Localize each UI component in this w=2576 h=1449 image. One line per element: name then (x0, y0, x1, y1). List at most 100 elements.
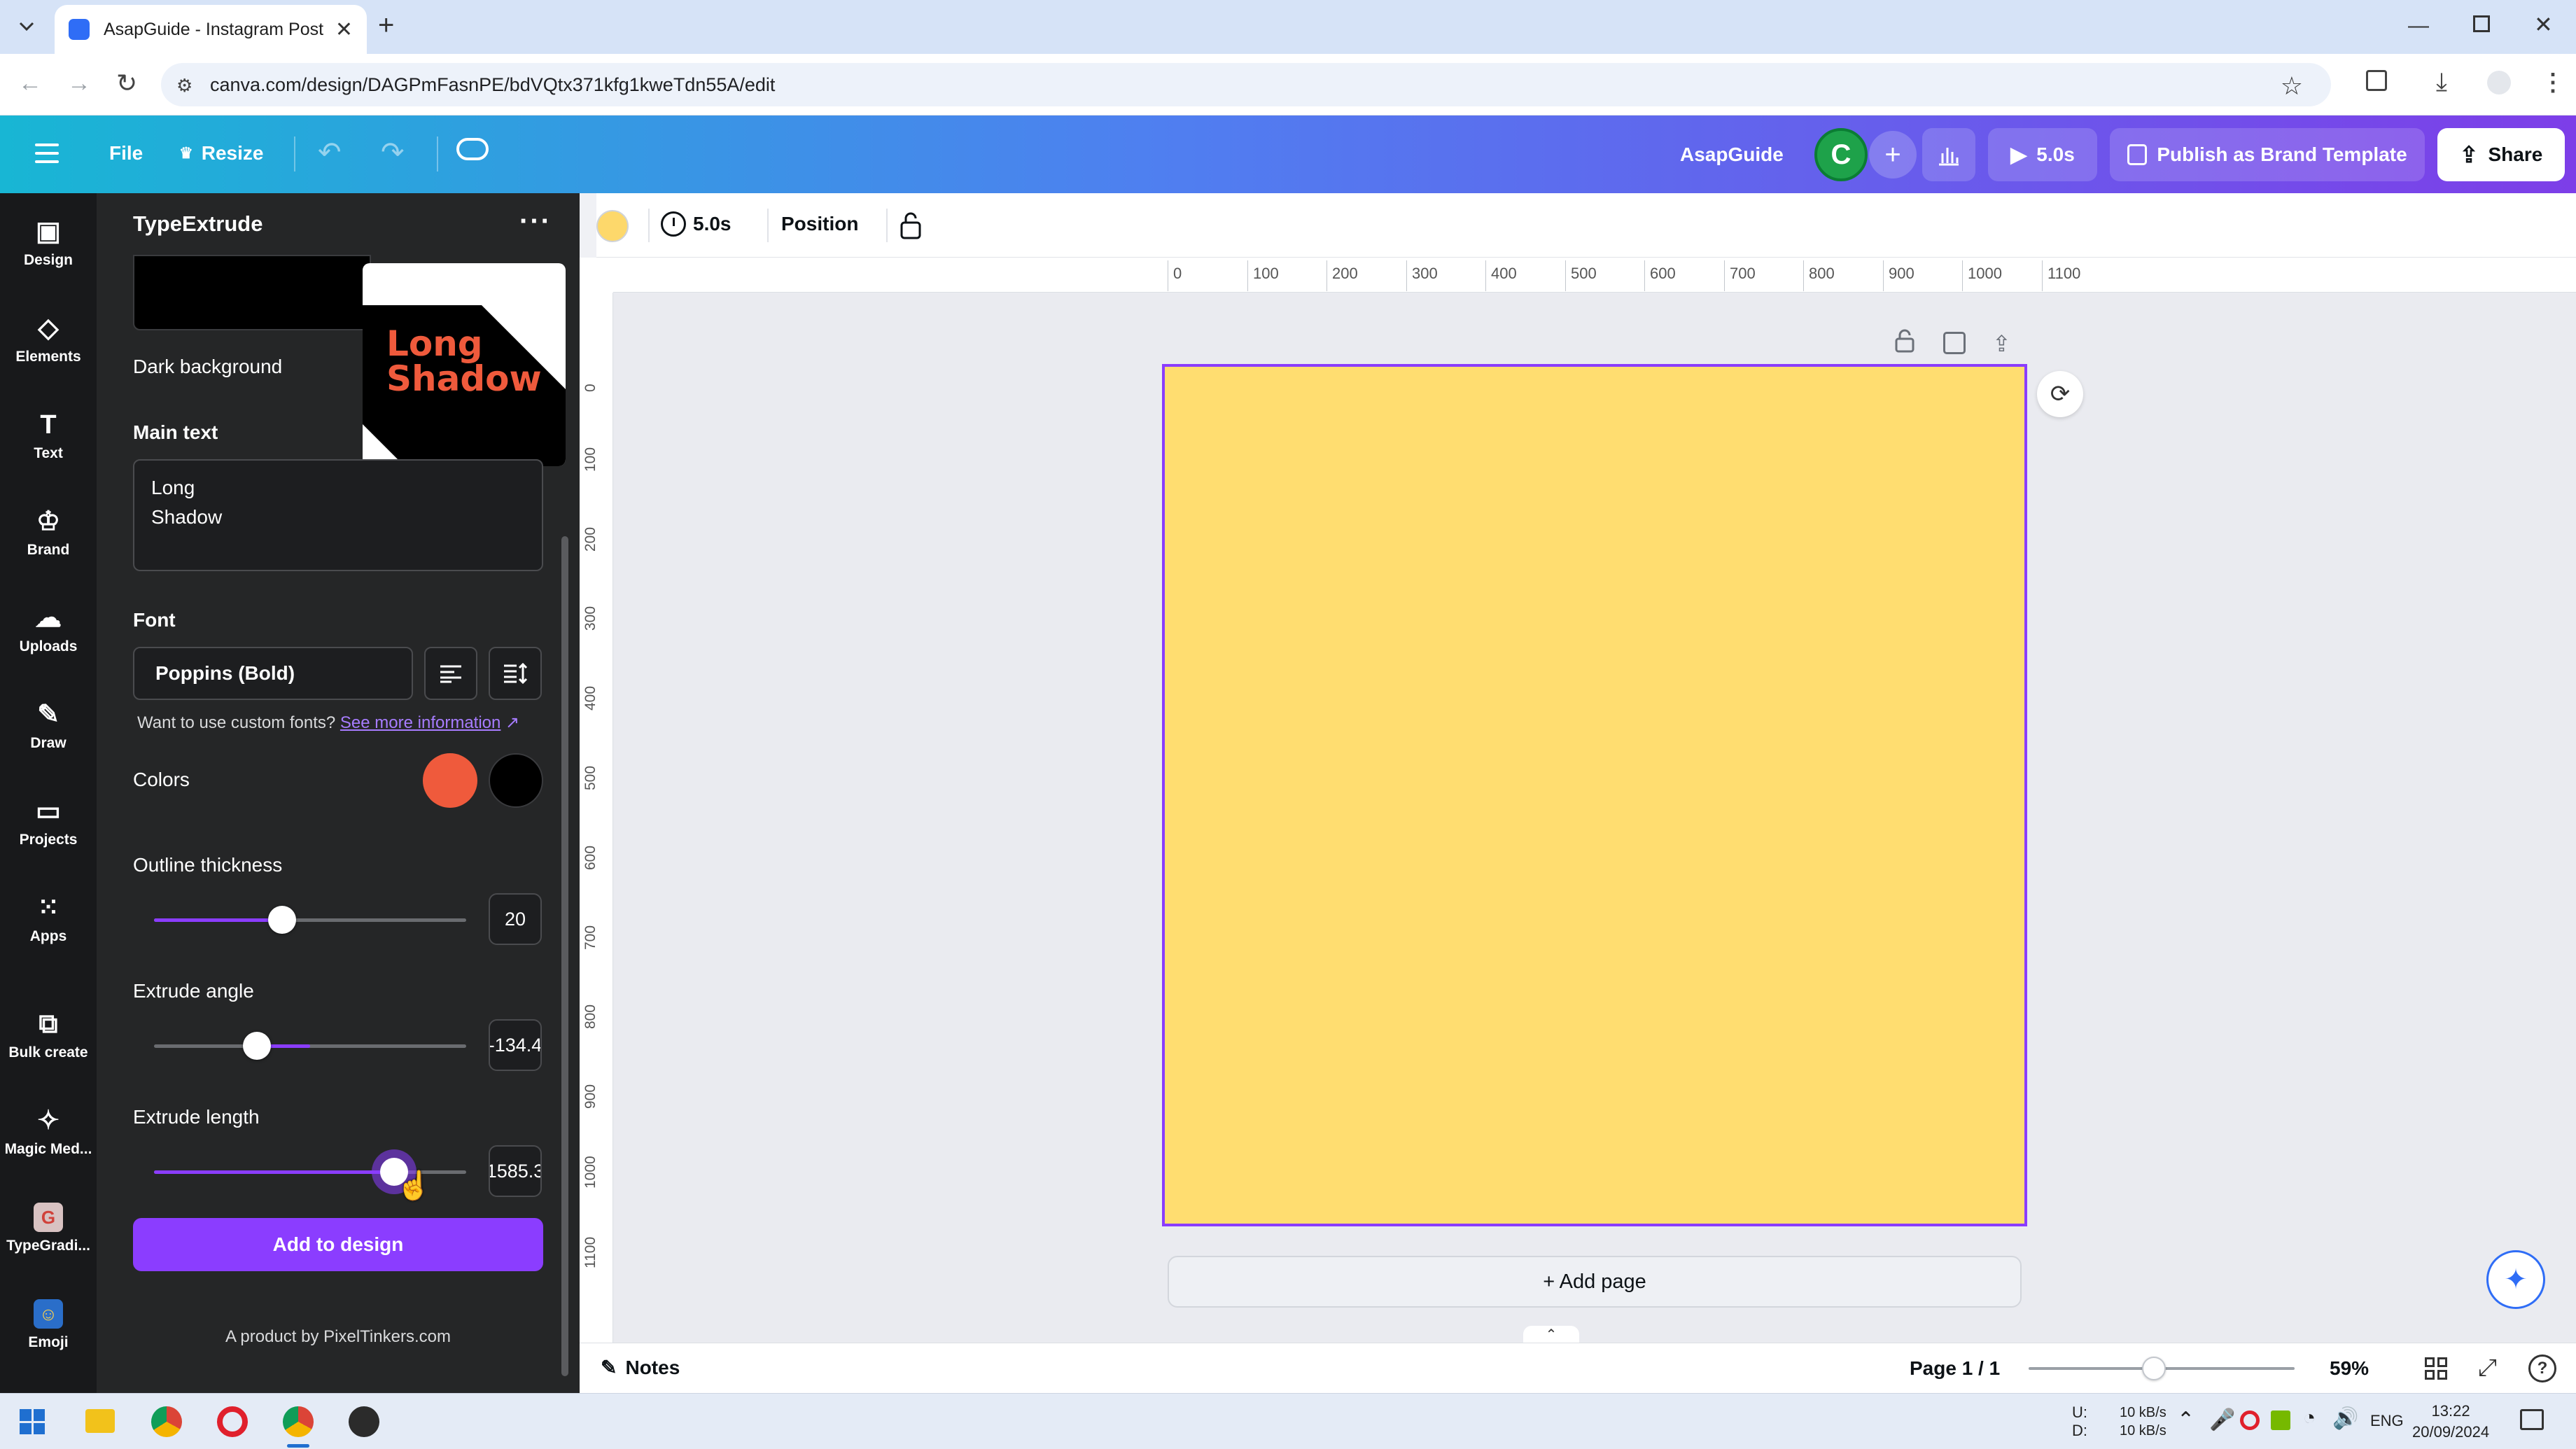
redo-icon[interactable]: ↷ (381, 136, 405, 169)
rail-item-text[interactable]: T Text (0, 410, 97, 462)
magic-assistant-button[interactable]: ✦ (2486, 1250, 2545, 1309)
invite-icon[interactable]: + (1869, 131, 1917, 178)
browser-tab[interactable]: AsapGuide - Instagram Post ✕ (55, 5, 367, 54)
user-avatar[interactable]: C (1814, 128, 1868, 181)
close-tab-icon[interactable]: ✕ (335, 18, 353, 42)
external-link-icon: ↗ (505, 713, 520, 732)
zoom-thumb[interactable] (2142, 1357, 2166, 1380)
rail-item-bulk-create[interactable]: ⧉ Bulk create (0, 1009, 97, 1061)
timing-button[interactable]: 5.0s (661, 211, 732, 237)
font-select[interactable]: Poppins (Bold) (133, 647, 413, 700)
panel-scrollbar[interactable] (561, 536, 568, 1376)
rail-item-typegradi[interactable]: G TypeGradi... (0, 1203, 97, 1254)
resize-button[interactable]: ♛ Resize (179, 142, 263, 164)
zoom-value[interactable]: 59% (2330, 1357, 2369, 1380)
main-menu-icon[interactable] (35, 144, 59, 163)
file-menu-button[interactable]: File (109, 142, 143, 164)
outline-thickness-value[interactable]: 20 (489, 893, 542, 945)
extensions-icon[interactable] (2366, 70, 2387, 91)
microphone-icon[interactable]: 🎤 (2209, 1408, 2235, 1432)
shadow-color-swatch[interactable] (489, 753, 543, 808)
chrome-icon[interactable] (151, 1406, 182, 1437)
add-page-icon[interactable]: ⇪ (1992, 330, 2011, 357)
help-icon[interactable]: ? (2528, 1354, 2556, 1382)
profile-avatar[interactable] (2487, 71, 2511, 94)
download-icon[interactable]: ⤓ (2436, 67, 2447, 97)
page-indicator[interactable]: Page 1 / 1 (1910, 1357, 2000, 1380)
rail-item-emoji[interactable]: ☺ Emoji (0, 1299, 97, 1351)
rail-item-elements[interactable]: ◇ Elements (0, 314, 97, 365)
rail-item-apps[interactable]: ⁙ Apps (0, 893, 97, 945)
nvidia-tray-icon[interactable] (2271, 1410, 2290, 1430)
reload-icon[interactable]: ↻ (116, 69, 137, 98)
cloud-save-icon[interactable] (456, 138, 489, 160)
windows-start-icon[interactable] (20, 1409, 45, 1434)
volume-icon[interactable]: 🔊 (2332, 1406, 2358, 1431)
tray-chevron-icon[interactable]: ⌃ (2177, 1408, 2194, 1432)
close-window-icon[interactable]: ✕ (2534, 11, 2553, 38)
opera-icon[interactable] (217, 1406, 248, 1437)
back-icon[interactable]: ← (18, 70, 42, 97)
rail-item-draw[interactable]: ✎ Draw (0, 700, 97, 752)
slider-track[interactable] (154, 1044, 466, 1048)
preset-thumbnail[interactable] (133, 255, 371, 330)
see-more-link[interactable]: See more information (340, 713, 500, 732)
design-page[interactable] (1162, 364, 2027, 1226)
main-text-input[interactable]: Long Shadow (133, 459, 543, 571)
header-divider (294, 136, 295, 172)
url-bar[interactable]: ⚙ canva.com/design/DAGPmFasnPE/bdVQtx371… (161, 63, 2331, 106)
team-name[interactable]: AsapGuide (1680, 144, 1784, 166)
extrude-angle-slider[interactable] (154, 1032, 466, 1060)
ruler-tick-label: 100 (582, 447, 598, 472)
add-page-button[interactable]: + Add page (1168, 1256, 2022, 1308)
tab-search-icon[interactable] (13, 13, 41, 41)
rail-item-magic-med[interactable]: ✧ Magic Med... (0, 1106, 97, 1158)
undo-icon[interactable]: ↶ (318, 136, 342, 169)
ruler-tick-label: 900 (582, 1084, 598, 1109)
fullscreen-icon[interactable]: ⤢ (2478, 1354, 2497, 1382)
extrude-angle-value[interactable]: -134.4 (489, 1019, 542, 1071)
minimize-icon[interactable]: — (2408, 14, 2429, 38)
position-button[interactable]: Position (781, 213, 858, 235)
play-button[interactable]: ▶ 5.0s (1988, 128, 2097, 181)
wifi-icon[interactable]: ◔ (2303, 1406, 2316, 1430)
forward-icon[interactable]: → (67, 70, 91, 97)
slider-thumb[interactable] (268, 906, 296, 934)
outline-thickness-slider[interactable] (154, 906, 466, 934)
background-color-button[interactable] (596, 210, 629, 242)
share-button[interactable]: ⇪ Share (2437, 128, 2565, 181)
align-left-button[interactable] (424, 647, 477, 700)
rail-item-uploads[interactable]: ☁ Uploads (0, 603, 97, 655)
publish-brand-template-button[interactable]: Publish as Brand Template (2110, 128, 2425, 181)
add-to-design-button[interactable]: Add to design (133, 1218, 543, 1271)
analytics-button[interactable] (1922, 128, 1975, 181)
lock-icon[interactable] (899, 211, 923, 239)
lock-page-icon[interactable] (1894, 329, 1918, 354)
pages-toggle-icon[interactable]: ⌃ (1523, 1326, 1579, 1343)
refresh-page-icon[interactable]: ⟳ (2037, 371, 2083, 417)
site-info-icon[interactable]: ⚙ (176, 75, 192, 97)
bookmark-star-icon[interactable]: ☆ (2281, 71, 2303, 101)
panel-more-icon[interactable]: ··· (519, 206, 552, 237)
restore-icon[interactable] (2473, 15, 2490, 32)
language-indicator[interactable]: ENG (2370, 1412, 2404, 1430)
grid-view-icon[interactable] (2425, 1357, 2447, 1380)
chrome-active-icon[interactable] (283, 1406, 314, 1437)
zoom-slider[interactable] (2029, 1354, 2295, 1382)
opera-tray-icon[interactable] (2240, 1410, 2260, 1430)
clock[interactable]: 13:22 20/09/2024 (2412, 1401, 2489, 1443)
rail-item-design[interactable]: ▣ Design (0, 217, 97, 269)
slider-thumb[interactable] (243, 1032, 271, 1060)
obs-icon[interactable] (349, 1406, 379, 1437)
duplicate-page-icon[interactable] (1943, 332, 1966, 354)
notifications-icon[interactable] (2520, 1409, 2544, 1430)
browser-menu-icon[interactable]: ⋮ (2541, 69, 2565, 97)
text-color-swatch[interactable] (423, 753, 477, 808)
rail-item-brand[interactable]: ♔ Brand (0, 507, 97, 559)
rail-item-projects[interactable]: ▭ Projects (0, 797, 97, 848)
new-tab-icon[interactable]: + (378, 10, 394, 41)
line-spacing-button[interactable] (489, 647, 542, 700)
file-explorer-icon[interactable] (85, 1409, 115, 1433)
notes-button[interactable]: ✎ Notes (601, 1356, 680, 1379)
extrude-length-value[interactable]: 1585.3 (489, 1145, 542, 1197)
